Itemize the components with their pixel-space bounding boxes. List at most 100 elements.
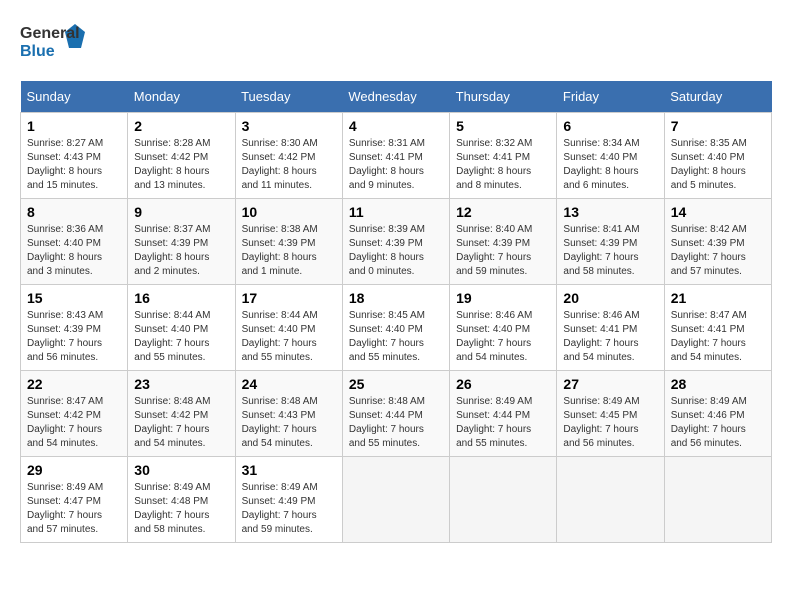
calendar-cell: 18 Sunrise: 8:45 AM Sunset: 4:40 PM Dayli… [342,285,449,371]
calendar-cell: 11Sunrise: 8:39 AM Sunset: 4:39 PM Dayli… [342,199,449,285]
calendar-cell: 16 Sunrise: 8:44 AM Sunset: 4:40 PM Dayli… [128,285,235,371]
day-info: Sunrise: 8:30 AM Sunset: 4:42 PM Dayligh… [242,137,336,193]
day-info: Sunrise: 8:49 AM Sunset: 4:44 PM Dayligh… [456,395,550,451]
calendar-week-row: 8Sunrise: 8:36 AM Sunset: 4:40 PM Daylig… [21,199,772,285]
header: GeneralBlue [20,20,772,65]
header-row: SundayMondayTuesdayWednesdayThursdayFrid… [21,81,772,113]
weekday-header: Monday [128,81,235,113]
day-info: Sunrise: 8:34 AM Sunset: 4:40 PM Dayligh… [563,137,657,193]
day-info: Sunrise: 8:46 AM Sunset: 4:40 PM Dayligh… [456,309,550,365]
calendar-cell: 1Sunrise: 8:27 AM Sunset: 4:43 PM Daylig… [21,113,128,199]
day-number: 13 [563,204,657,220]
calendar-cell: 29 Sunrise: 8:49 AM Sunset: 4:47 PM Dayli… [21,457,128,543]
day-number: 9 [134,204,228,220]
calendar-cell: 20 Sunrise: 8:46 AM Sunset: 4:41 PM Dayli… [557,285,664,371]
calendar-cell: 30 Sunrise: 8:49 AM Sunset: 4:48 PM Dayli… [128,457,235,543]
day-info: Sunrise: 8:35 AM Sunset: 4:40 PM Dayligh… [671,137,765,193]
day-number: 4 [349,118,443,134]
day-info: Sunrise: 8:49 AM Sunset: 4:47 PM Dayligh… [27,481,121,537]
day-number: 2 [134,118,228,134]
day-info: Sunrise: 8:47 AM Sunset: 4:41 PM Dayligh… [671,309,765,365]
calendar-cell: 12 Sunrise: 8:40 AM Sunset: 4:39 PM Dayli… [450,199,557,285]
calendar-cell: 15 Sunrise: 8:43 AM Sunset: 4:39 PM Dayli… [21,285,128,371]
calendar-cell: 28 Sunrise: 8:49 AM Sunset: 4:46 PM Dayli… [664,371,771,457]
calendar-table: SundayMondayTuesdayWednesdayThursdayFrid… [20,81,772,543]
calendar-cell: 22Sunrise: 8:47 AM Sunset: 4:42 PM Dayli… [21,371,128,457]
svg-text:Blue: Blue [20,43,55,60]
day-info: Sunrise: 8:47 AM Sunset: 4:42 PM Dayligh… [27,395,121,451]
weekday-header: Tuesday [235,81,342,113]
calendar-cell: 31 Sunrise: 8:49 AM Sunset: 4:49 PM Dayli… [235,457,342,543]
calendar-week-row: 1Sunrise: 8:27 AM Sunset: 4:43 PM Daylig… [21,113,772,199]
calendar-cell: 24 Sunrise: 8:48 AM Sunset: 4:43 PM Dayli… [235,371,342,457]
day-info: Sunrise: 8:48 AM Sunset: 4:44 PM Dayligh… [349,395,443,451]
calendar-cell [664,457,771,543]
weekday-header: Wednesday [342,81,449,113]
day-info: Sunrise: 8:38 AM Sunset: 4:39 PM Dayligh… [242,223,336,279]
day-info: Sunrise: 8:44 AM Sunset: 4:40 PM Dayligh… [134,309,228,365]
day-info: Sunrise: 8:49 AM Sunset: 4:46 PM Dayligh… [671,395,765,451]
calendar-cell: 13 Sunrise: 8:41 AM Sunset: 4:39 PM Dayli… [557,199,664,285]
day-number: 31 [242,462,336,478]
day-info: Sunrise: 8:41 AM Sunset: 4:39 PM Dayligh… [563,223,657,279]
calendar-week-row: 22Sunrise: 8:47 AM Sunset: 4:42 PM Dayli… [21,371,772,457]
calendar-cell [450,457,557,543]
calendar-cell: 3 Sunrise: 8:30 AM Sunset: 4:42 PM Daylig… [235,113,342,199]
calendar-cell: 27Sunrise: 8:49 AM Sunset: 4:45 PM Dayli… [557,371,664,457]
day-number: 5 [456,118,550,134]
calendar-cell [557,457,664,543]
calendar-cell: 19 Sunrise: 8:46 AM Sunset: 4:40 PM Dayli… [450,285,557,371]
day-info: Sunrise: 8:44 AM Sunset: 4:40 PM Dayligh… [242,309,336,365]
calendar-cell: 4 Sunrise: 8:31 AM Sunset: 4:41 PM Daylig… [342,113,449,199]
day-info: Sunrise: 8:43 AM Sunset: 4:39 PM Dayligh… [27,309,121,365]
day-info: Sunrise: 8:28 AM Sunset: 4:42 PM Dayligh… [134,137,228,193]
weekday-header: Thursday [450,81,557,113]
day-number: 15 [27,290,121,306]
day-number: 14 [671,204,765,220]
day-number: 24 [242,376,336,392]
weekday-header: Friday [557,81,664,113]
day-number: 19 [456,290,550,306]
day-number: 18 [349,290,443,306]
day-info: Sunrise: 8:45 AM Sunset: 4:40 PM Dayligh… [349,309,443,365]
day-number: 6 [563,118,657,134]
calendar-cell: 21Sunrise: 8:47 AM Sunset: 4:41 PM Dayli… [664,285,771,371]
day-info: Sunrise: 8:31 AM Sunset: 4:41 PM Dayligh… [349,137,443,193]
day-number: 23 [134,376,228,392]
day-number: 30 [134,462,228,478]
day-info: Sunrise: 8:42 AM Sunset: 4:39 PM Dayligh… [671,223,765,279]
day-number: 20 [563,290,657,306]
day-info: Sunrise: 8:39 AM Sunset: 4:39 PM Dayligh… [349,223,443,279]
day-number: 12 [456,204,550,220]
day-number: 17 [242,290,336,306]
day-number: 25 [349,376,443,392]
day-info: Sunrise: 8:37 AM Sunset: 4:39 PM Dayligh… [134,223,228,279]
calendar-cell: 8Sunrise: 8:36 AM Sunset: 4:40 PM Daylig… [21,199,128,285]
logo-svg: GeneralBlue [20,20,90,65]
calendar-cell: 23Sunrise: 8:48 AM Sunset: 4:42 PM Dayli… [128,371,235,457]
calendar-cell: 10 Sunrise: 8:38 AM Sunset: 4:39 PM Dayli… [235,199,342,285]
day-number: 29 [27,462,121,478]
day-number: 26 [456,376,550,392]
day-info: Sunrise: 8:32 AM Sunset: 4:41 PM Dayligh… [456,137,550,193]
calendar-cell: 26 Sunrise: 8:49 AM Sunset: 4:44 PM Dayli… [450,371,557,457]
day-info: Sunrise: 8:27 AM Sunset: 4:43 PM Dayligh… [27,137,121,193]
day-number: 10 [242,204,336,220]
day-info: Sunrise: 8:49 AM Sunset: 4:49 PM Dayligh… [242,481,336,537]
day-number: 28 [671,376,765,392]
day-info: Sunrise: 8:48 AM Sunset: 4:43 PM Dayligh… [242,395,336,451]
calendar-cell: 5 Sunrise: 8:32 AM Sunset: 4:41 PM Daylig… [450,113,557,199]
day-info: Sunrise: 8:46 AM Sunset: 4:41 PM Dayligh… [563,309,657,365]
calendar-cell: 2 Sunrise: 8:28 AM Sunset: 4:42 PM Daylig… [128,113,235,199]
day-number: 16 [134,290,228,306]
calendar-cell [342,457,449,543]
day-info: Sunrise: 8:49 AM Sunset: 4:45 PM Dayligh… [563,395,657,451]
day-number: 3 [242,118,336,134]
day-number: 7 [671,118,765,134]
calendar-cell: 25 Sunrise: 8:48 AM Sunset: 4:44 PM Dayli… [342,371,449,457]
day-info: Sunrise: 8:49 AM Sunset: 4:48 PM Dayligh… [134,481,228,537]
calendar-cell: 14 Sunrise: 8:42 AM Sunset: 4:39 PM Dayli… [664,199,771,285]
calendar-week-row: 29 Sunrise: 8:49 AM Sunset: 4:47 PM Dayli… [21,457,772,543]
day-info: Sunrise: 8:40 AM Sunset: 4:39 PM Dayligh… [456,223,550,279]
calendar-cell: 9 Sunrise: 8:37 AM Sunset: 4:39 PM Daylig… [128,199,235,285]
